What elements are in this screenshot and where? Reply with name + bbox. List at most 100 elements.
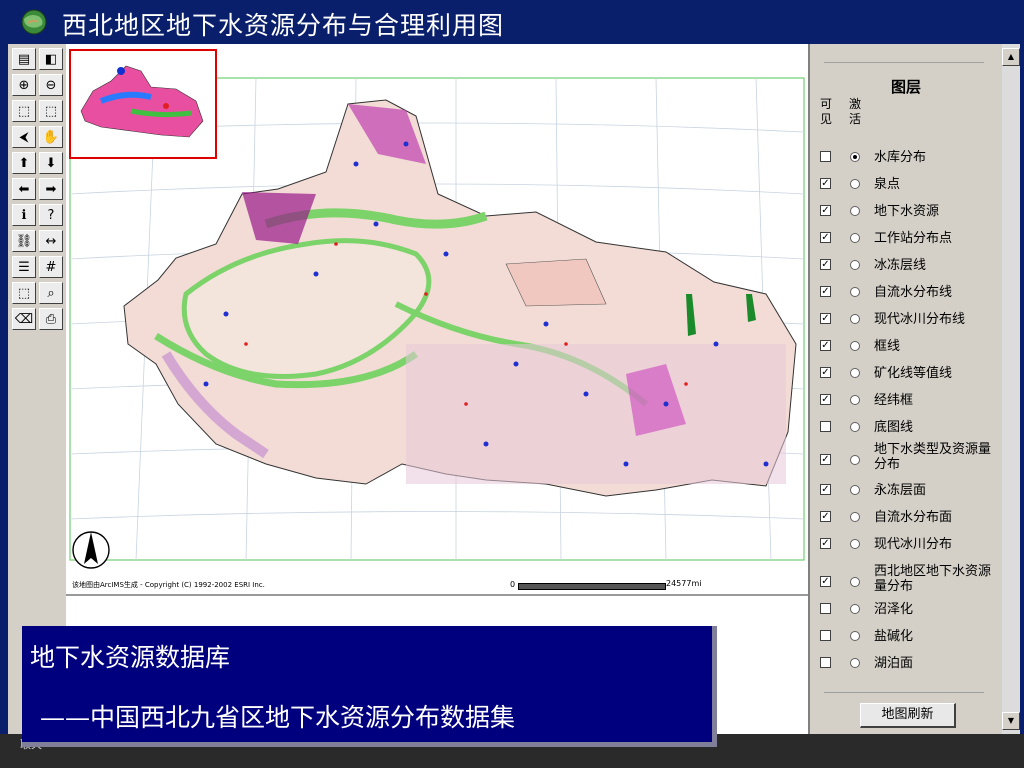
overview-map[interactable] [69, 49, 217, 159]
layer-active-radio[interactable] [850, 152, 860, 162]
select-rectangle-icon: ⬚ [17, 285, 31, 301]
layer-visible-checkbox[interactable]: ✓ [820, 313, 831, 324]
layer-row: 湖泊面 [810, 654, 1002, 674]
layer-visible-checkbox[interactable] [820, 630, 831, 641]
eraser-icon: ⌫ [14, 311, 34, 327]
pan-hand-button[interactable]: ✋ [39, 126, 63, 148]
layer-name: 地下水资源 [874, 204, 940, 219]
identify-button[interactable]: ℹ [12, 204, 36, 226]
layer-visible-checkbox[interactable]: ✓ [820, 511, 831, 522]
right-edge [1020, 44, 1024, 734]
layer-visible-checkbox[interactable] [820, 421, 831, 432]
layer-visible-checkbox[interactable] [820, 657, 831, 668]
layer-active-radio[interactable] [850, 577, 860, 587]
layer-name: 泉点 [874, 177, 901, 192]
query-button[interactable]: ? [39, 204, 63, 226]
layer-visible-checkbox[interactable]: ✓ [820, 178, 831, 189]
select-rectangle-button[interactable]: ⬚ [12, 282, 36, 304]
find-binoculars-button[interactable]: ⛓ [12, 230, 36, 252]
overview-button[interactable]: ◧ [39, 48, 63, 70]
zoom-out-icon: ⊖ [45, 77, 57, 93]
measure-button[interactable]: ↔ [39, 230, 63, 252]
legend-button[interactable]: ▤ [12, 48, 36, 70]
pan-down-button[interactable]: ⬇ [39, 152, 63, 174]
layer-active-radio[interactable] [850, 422, 860, 432]
layer-visible-checkbox[interactable]: ✓ [820, 454, 831, 465]
layer-row: ✓ 框线 [810, 337, 1002, 357]
layer-visible-checkbox[interactable]: ✓ [820, 484, 831, 495]
query-icon: ? [47, 207, 55, 223]
layer-name: 冰冻层线 [874, 258, 927, 273]
layer-active-radio[interactable] [850, 260, 860, 270]
active-header-char-2: 活 [849, 112, 862, 126]
pan-left-icon: ⬅ [18, 181, 30, 197]
layer-panel-scrollbar[interactable]: ▲ ▼ [1002, 44, 1020, 734]
back-button[interactable]: ⮜ [12, 126, 36, 148]
select-magnifier-button[interactable]: ⌕ [39, 282, 63, 304]
zoom-in-button[interactable]: ⊕ [12, 74, 36, 96]
layer-active-radio[interactable] [850, 395, 860, 405]
layer-visible-checkbox[interactable]: ✓ [820, 232, 831, 243]
layer-active-radio[interactable] [850, 179, 860, 189]
layer-name: 西北地区地下水资源量分布 [874, 564, 992, 594]
layer-row: ✓ 地下水类型及资源量分布 [810, 440, 1002, 472]
layer-visible-checkbox[interactable]: ✓ [820, 259, 831, 270]
layer-active-radio[interactable] [850, 539, 860, 549]
pan-right-button[interactable]: ➡ [39, 178, 63, 200]
layer-row: ✓ 现代冰川分布线 [810, 310, 1002, 330]
grid-button[interactable]: # [39, 256, 63, 278]
layer-active-radio[interactable] [850, 287, 860, 297]
layer-visible-checkbox[interactable]: ✓ [820, 286, 831, 297]
caption-subtitle: ——中国西北九省区地下水资源分布数据集 [40, 703, 516, 732]
layer-panel: 图层 可 见 激 活 水库分布 ✓ 泉点 ✓ 地下水资源 ✓ 工作站分布点 ✓ 冰冻层线 ✓ 自流水… [808, 44, 1002, 734]
visible-header-char-2: 见 [820, 112, 833, 126]
northwest-region-map[interactable] [123, 99, 797, 497]
layer-name: 经纬框 [874, 393, 914, 408]
layer-active-radio[interactable] [850, 658, 860, 668]
layer-visible-checkbox[interactable]: ✓ [820, 205, 831, 216]
scroll-up-button[interactable]: ▲ [1002, 48, 1020, 66]
zoom-out-button[interactable]: ⊖ [39, 74, 63, 96]
layer-active-radio[interactable] [850, 631, 860, 641]
layer-visible-checkbox[interactable] [820, 151, 831, 162]
attribute-table-button[interactable]: ☰ [12, 256, 36, 278]
scale-zero: 0 [510, 580, 516, 589]
layer-name: 矿化线等值线 [874, 366, 953, 381]
eraser-button[interactable]: ⌫ [12, 308, 36, 330]
layer-visible-checkbox[interactable]: ✓ [820, 394, 831, 405]
map-view[interactable]: 该地图由ArcIMS生成 - Copyright (C) 1992-2002 E… [66, 44, 808, 596]
print-button[interactable]: ⎙ [39, 308, 63, 330]
layer-name: 自流水分布面 [874, 510, 953, 525]
layer-active-radio[interactable] [850, 341, 860, 351]
window-title: 西北地区地下水资源分布与合理利用图 [62, 11, 505, 40]
scroll-down-button[interactable]: ▼ [1002, 712, 1020, 730]
layer-visible-checkbox[interactable]: ✓ [820, 340, 831, 351]
layer-row: ✓ 经纬框 [810, 391, 1002, 411]
layer-active-radio[interactable] [850, 206, 860, 216]
layer-active-radio[interactable] [850, 368, 860, 378]
overview-canvas[interactable] [71, 51, 215, 157]
layer-row: ✓ 西北地区地下水资源量分布 [810, 562, 1002, 594]
layer-visible-checkbox[interactable]: ✓ [820, 538, 831, 549]
zoom-in-icon: ⊕ [18, 77, 30, 93]
layer-visible-checkbox[interactable]: ✓ [820, 367, 831, 378]
title-bar: 西北地区地下水资源分布与合理利用图 [0, 0, 1024, 44]
panel-divider [824, 62, 984, 63]
layer-active-radio[interactable] [850, 512, 860, 522]
layer-active-radio[interactable] [850, 233, 860, 243]
north-arrow-icon [72, 531, 110, 569]
layer-active-radio[interactable] [850, 455, 860, 465]
layer-visible-checkbox[interactable] [820, 603, 831, 614]
pan-up-button[interactable]: ⬆ [12, 152, 36, 174]
pan-left-button[interactable]: ⬅ [12, 178, 36, 200]
layer-active-radio[interactable] [850, 314, 860, 324]
layer-name: 现代冰川分布 [874, 537, 953, 552]
full-extent-button[interactable]: ⬚ [12, 100, 36, 122]
layer-name: 水库分布 [874, 150, 927, 165]
layer-active-radio[interactable] [850, 604, 860, 614]
refresh-map-button[interactable]: 地图刷新 [860, 703, 956, 728]
layer-visible-checkbox[interactable]: ✓ [820, 576, 831, 587]
zoom-active-button[interactable]: ⬚ [39, 100, 63, 122]
overview-icon: ◧ [44, 51, 58, 67]
layer-active-radio[interactable] [850, 485, 860, 495]
